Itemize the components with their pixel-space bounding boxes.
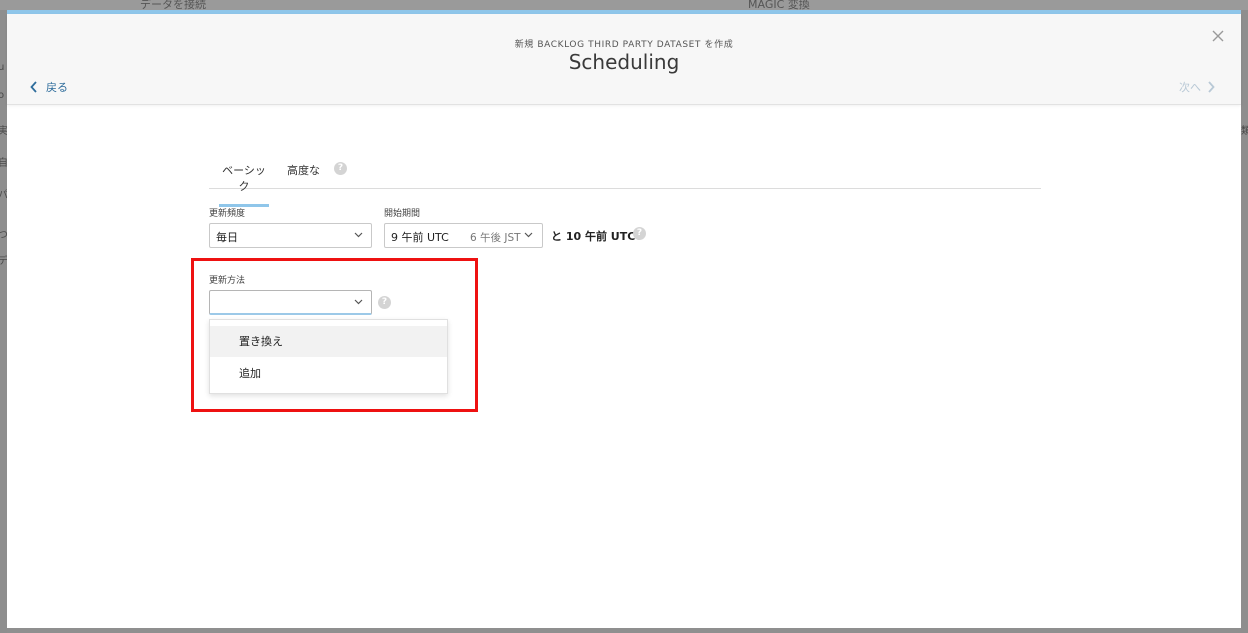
help-icon[interactable]: ?	[378, 296, 391, 309]
bg-left-fragment: デ	[0, 256, 7, 267]
back-button-label: 戻る	[46, 81, 68, 94]
bg-right-fragment: 類	[1241, 126, 1248, 137]
modal-subtitle: 新規 BACKLOG THIRD PARTY DATASET を作成	[514, 40, 734, 50]
bg-left-fragment: パ	[0, 190, 7, 201]
dropdown-option-append[interactable]: 追加	[210, 358, 447, 389]
next-button-label: 次へ	[1179, 81, 1201, 94]
update-method-select[interactable]	[209, 290, 372, 315]
settings-tabs: ベーシック 高度な ?	[209, 154, 1041, 207]
chevron-left-icon	[30, 81, 37, 93]
bg-left-fragment: u	[0, 62, 5, 73]
update-frequency-select[interactable]: 毎日	[209, 223, 372, 248]
next-button[interactable]: 次へ	[1179, 79, 1215, 95]
bg-left-fragment: o	[0, 90, 5, 101]
background-left-edge: u o 実 自 パ つ デ	[0, 10, 7, 633]
help-icon[interactable]: ?	[633, 227, 646, 240]
start-time-select[interactable]: 9 午前 UTC 6 午後 JST	[384, 223, 543, 248]
bg-left-fragment: つ	[0, 230, 7, 241]
background-app-bar: データを接続 MAGIC 変換	[0, 0, 1248, 10]
help-icon[interactable]: ?	[334, 162, 347, 175]
update-method-dropdown: 置き換え 追加	[209, 319, 448, 394]
create-dataset-modal: 新規 BACKLOG THIRD PARTY DATASET を作成 Sched…	[7, 10, 1241, 628]
bg-topbar-item: データを接続	[140, 0, 206, 10]
bg-topbar-item: MAGIC 変換	[748, 0, 810, 10]
update-frequency-value: 毎日	[216, 231, 238, 244]
end-time-text: と 10 午前 UTC	[551, 230, 636, 243]
tab-basic[interactable]: ベーシック	[219, 162, 269, 207]
start-time-utc-value: 9 午前 UTC	[391, 231, 449, 244]
modal-header: 新規 BACKLOG THIRD PARTY DATASET を作成 Sched…	[7, 14, 1241, 105]
background-right-edge: 類	[1241, 10, 1248, 633]
back-button[interactable]: 戻る	[30, 79, 68, 95]
update-frequency-label: 更新頻度	[209, 209, 246, 219]
chevron-right-icon	[1208, 81, 1215, 93]
close-icon	[1212, 30, 1224, 42]
update-method-label: 更新方法	[209, 276, 246, 286]
start-time-label: 開始期間	[384, 209, 421, 219]
close-button[interactable]	[1210, 28, 1226, 44]
chevron-down-icon	[354, 299, 363, 305]
dropdown-option-replace[interactable]: 置き換え	[210, 326, 447, 357]
chevron-down-icon	[354, 232, 363, 238]
bg-left-fragment: 実	[0, 126, 7, 137]
tab-advanced[interactable]: 高度な	[287, 162, 320, 186]
modal-title: Scheduling	[568, 50, 680, 74]
chevron-down-icon	[524, 232, 533, 238]
bg-left-fragment: 自	[0, 158, 7, 169]
start-time-jst-value: 6 午後 JST	[470, 232, 521, 244]
